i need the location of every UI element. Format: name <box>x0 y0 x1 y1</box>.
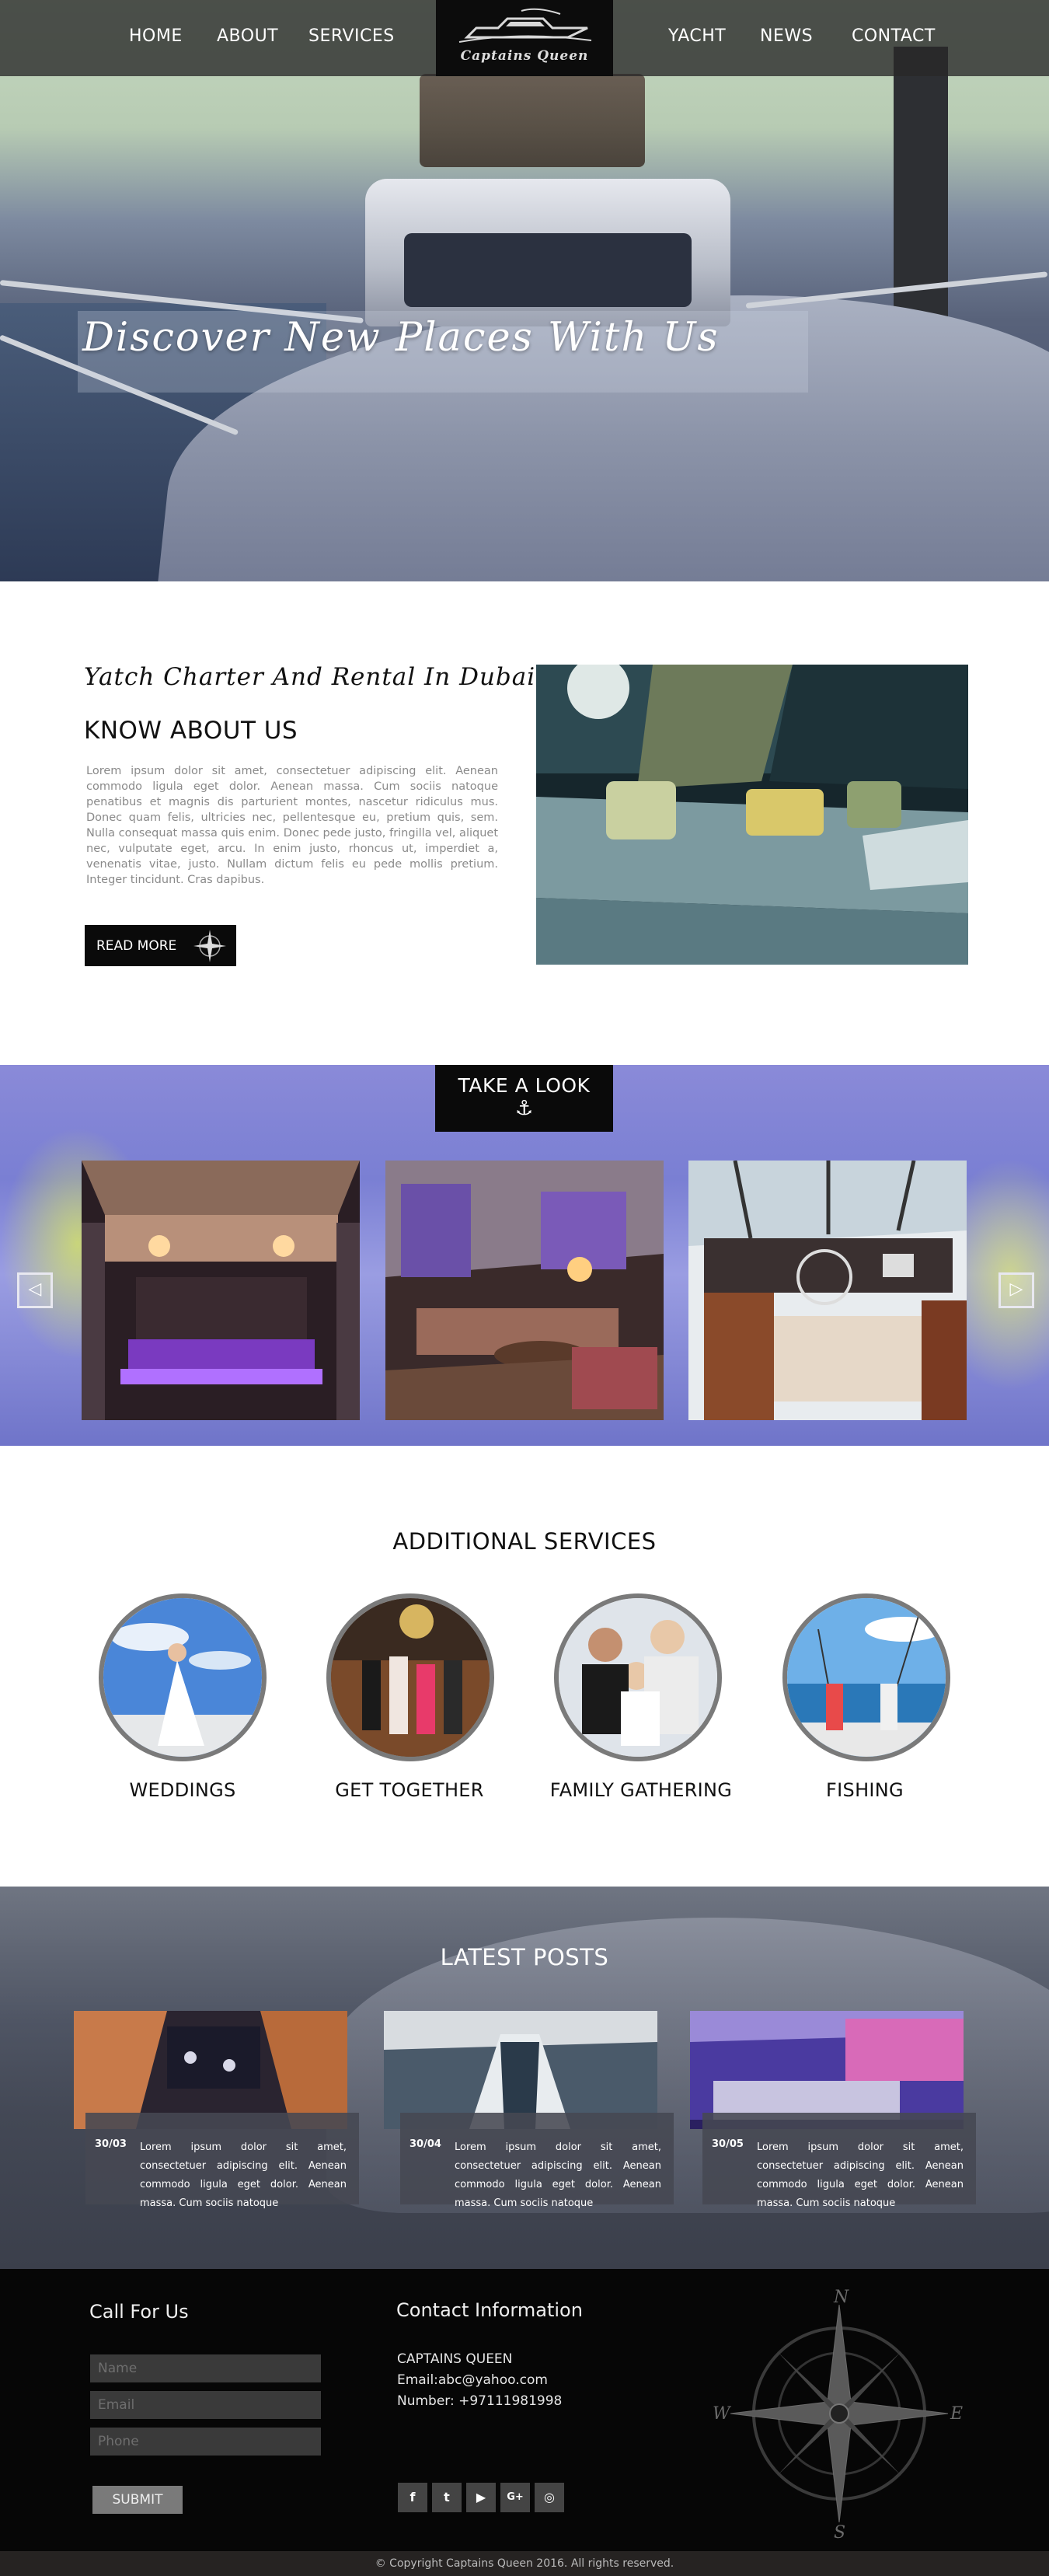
post-card[interactable]: 30/04 Lorem ipsum dolor sit amet, consec… <box>400 2113 674 2209</box>
compass-icon <box>193 930 226 962</box>
services-title: ADDITIONAL SERVICES <box>392 1528 657 1555</box>
nav-news[interactable]: NEWS <box>760 26 813 46</box>
gallery-prev-button[interactable]: ◁ <box>17 1272 53 1308</box>
nav-about[interactable]: ABOUT <box>217 26 278 46</box>
service-image-get-together[interactable] <box>326 1593 494 1761</box>
company-name: CAPTAINS QUEEN <box>397 2351 513 2367</box>
service-image-fishing[interactable] <box>782 1593 950 1761</box>
instagram-icon[interactable]: ◎ <box>535 2483 564 2512</box>
email-field[interactable] <box>90 2391 321 2419</box>
posts-title: LATEST POSTS <box>440 1944 609 1970</box>
copyright-text: © Copyright Captains Queen 2016. All rig… <box>375 2557 674 2570</box>
compass-letter-s: S <box>834 2523 845 2542</box>
post-image[interactable] <box>690 2011 964 2129</box>
facebook-icon[interactable]: f <box>398 2483 427 2512</box>
post-date: 30/05 <box>712 2138 744 2150</box>
about-title: KNOW ABOUT US <box>84 717 298 745</box>
gallery-title: TAKE A LOOK <box>458 1074 591 1097</box>
post-excerpt: Lorem ipsum dolor sit amet, consectetuer… <box>140 2141 347 2209</box>
about-body: Lorem ipsum dolor sit amet, consectetuer… <box>86 765 498 886</box>
site-logo[interactable]: Captains Queen <box>436 0 613 76</box>
gallery-title-tab: TAKE A LOOK ⚓ <box>435 1065 613 1132</box>
service-image-family-gathering[interactable] <box>554 1593 722 1761</box>
compass-rose-icon: N E S W <box>713 2288 963 2542</box>
gallery-image-lounge[interactable] <box>385 1161 664 1420</box>
about-subtitle: Yatch Charter And Rental In Dubai <box>84 663 536 691</box>
gallery-image-helm[interactable] <box>688 1161 967 1420</box>
google-plus-icon[interactable]: G+ <box>500 2483 530 2512</box>
post-image[interactable] <box>384 2011 657 2129</box>
twitter-icon[interactable]: t <box>432 2483 462 2512</box>
top-nav: HOME ABOUT SERVICES Captains Queen YACHT… <box>0 0 1049 76</box>
hero-window <box>404 233 692 307</box>
post-date: 30/03 <box>95 2138 127 2150</box>
compass-letter-e: E <box>950 2404 963 2424</box>
nav-yacht[interactable]: YACHT <box>668 26 726 46</box>
post-card[interactable]: 30/03 Lorem ipsum dolor sit amet, consec… <box>85 2113 359 2209</box>
submit-button[interactable]: SUBMIT <box>92 2486 183 2514</box>
service-label-fishing[interactable]: FISHING <box>748 1779 981 1801</box>
service-image-weddings[interactable] <box>99 1593 267 1761</box>
phone-field[interactable] <box>90 2428 321 2456</box>
service-label-family-gathering[interactable]: FAMILY GATHERING <box>524 1779 758 1801</box>
yacht-logo-icon <box>458 8 592 43</box>
nav-home[interactable]: HOME <box>129 26 183 46</box>
service-label-weddings[interactable]: WEDDINGS <box>66 1779 299 1801</box>
name-field[interactable] <box>90 2354 321 2382</box>
call-for-us-title: Call For Us <box>89 2301 189 2323</box>
service-label-get-together[interactable]: GET TOGETHER <box>293 1779 526 1801</box>
contact-phone: Number: +97111981998 <box>397 2393 563 2409</box>
hero-title: Discover New Places With Us <box>82 315 720 361</box>
contact-info-title: Contact Information <box>396 2299 583 2321</box>
gallery-image-bedroom[interactable] <box>82 1161 360 1420</box>
nav-services[interactable]: SERVICES <box>308 26 395 46</box>
post-image[interactable] <box>74 2011 347 2129</box>
compass-letter-n: N <box>833 2288 849 2307</box>
post-excerpt: Lorem ipsum dolor sit amet, consectetuer… <box>455 2141 661 2209</box>
hero-canopy <box>420 74 645 167</box>
post-date: 30/04 <box>409 2138 441 2150</box>
logo-text: Captains Queen <box>460 48 589 64</box>
contact-email: Email:abc@yahoo.com <box>397 2372 548 2388</box>
nav-contact[interactable]: CONTACT <box>852 26 936 46</box>
post-excerpt: Lorem ipsum dolor sit amet, consectetuer… <box>757 2141 964 2209</box>
post-card[interactable]: 30/05 Lorem ipsum dolor sit amet, consec… <box>702 2113 976 2209</box>
compass-letter-w: W <box>713 2404 732 2424</box>
youtube-icon[interactable]: ▶ <box>466 2483 496 2512</box>
gallery-next-button[interactable]: ▷ <box>998 1272 1034 1308</box>
about-image <box>536 665 968 965</box>
hero-section <box>0 0 1049 581</box>
anchor-icon: ⚓ <box>514 1097 534 1120</box>
